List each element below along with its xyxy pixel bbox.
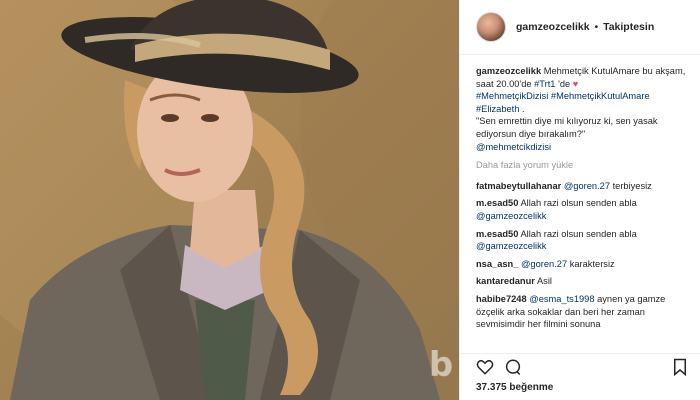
likes-count[interactable]: 37.375 beğenme bbox=[476, 382, 553, 393]
comment: fatmabeytullahanar @goren.27 terbiyesiz bbox=[476, 180, 690, 193]
caption-text-2: 'de bbox=[555, 78, 573, 89]
comment-username[interactable]: fatmabeytullahanar bbox=[476, 181, 561, 191]
comment-text: karaktersiz bbox=[567, 258, 615, 269]
hashtag-mehmetcik-dizisi[interactable]: #MehmetçikDizisi bbox=[476, 91, 548, 101]
comment-text: Allah razi olsun senden abla bbox=[520, 198, 637, 209]
header-username[interactable]: gamzeozcelikk bbox=[516, 21, 590, 33]
comments-section: gamzeozcelikk Mehmetçik KutulAmare bu ak… bbox=[460, 55, 700, 331]
load-more-comments[interactable]: Daha fazla yorum yükle bbox=[476, 159, 690, 172]
comment-username[interactable]: m.esad50 bbox=[476, 229, 518, 239]
post-photo[interactable]: b bbox=[0, 0, 459, 400]
avatar[interactable] bbox=[476, 12, 506, 42]
hashtag-mehmetcik-kutulamare[interactable]: #MehmetçikKutulAmare bbox=[551, 91, 650, 101]
comment-text: terbiyesiz bbox=[609, 180, 652, 191]
comment-username[interactable]: m.esad50 bbox=[476, 198, 518, 208]
post-actions bbox=[460, 353, 700, 376]
post-side-panel: gamzeozcelikk • Takiptesin gamzeozcelikk… bbox=[459, 0, 700, 400]
hashtag-elizabeth[interactable]: #Elizabeth bbox=[476, 104, 519, 114]
comment: m.esad50 Allah razi olsun senden abla @g… bbox=[476, 197, 690, 222]
likes-number: 37.375 bbox=[476, 382, 507, 393]
comment: habibe7248 @esma_ts1998 aynen ya gamze ö… bbox=[476, 293, 690, 331]
hashtag-trt1[interactable]: #Trt1 bbox=[534, 79, 555, 89]
comment-username[interactable]: kantaredanur bbox=[476, 276, 535, 286]
comment: nsa_asn_ @goren.27 karaktersiz bbox=[476, 258, 690, 271]
comment-mention[interactable]: @gamzeozcelikk bbox=[476, 211, 546, 221]
header-separator: • bbox=[594, 21, 599, 33]
woman-in-hat-illustration bbox=[0, 0, 459, 400]
comment: kantaredanur Asil bbox=[476, 275, 690, 288]
comment-mention[interactable]: @goren.27 bbox=[564, 181, 610, 191]
likes-label: beğenme bbox=[509, 382, 554, 393]
comment-text: Allah razi olsun senden abla bbox=[520, 228, 637, 239]
caption-quote: "Sen emrettin diye mi kılıyoruz ki, sen … bbox=[476, 116, 658, 139]
heart-emoji-icon: ♥ bbox=[572, 78, 579, 89]
comment-username[interactable]: habibe7248 bbox=[476, 294, 527, 304]
bookmark-icon[interactable] bbox=[671, 358, 689, 376]
comment-mention[interactable]: @goren.27 bbox=[521, 259, 567, 269]
comment-username[interactable]: nsa_asn_ bbox=[476, 259, 518, 269]
follow-status[interactable]: Takiptesin bbox=[603, 21, 654, 33]
caption-username[interactable]: gamzeozcelikk bbox=[476, 66, 541, 76]
comment-bubble-icon[interactable] bbox=[504, 358, 522, 376]
caption-mention[interactable]: @mehmetcikdizisi bbox=[476, 142, 551, 152]
comment-mention[interactable]: @esma_ts1998 bbox=[529, 294, 594, 304]
heart-outline-icon[interactable] bbox=[476, 358, 494, 376]
caption: gamzeozcelikk Mehmetçik KutulAmare bu ak… bbox=[476, 65, 690, 153]
comment-text: Asil bbox=[536, 276, 552, 287]
comment: m.esad50 Allah razi olsun senden abla @g… bbox=[476, 228, 690, 253]
comment-mention[interactable]: @gamzeozcelikk bbox=[476, 241, 546, 251]
watermark-logo: b bbox=[428, 345, 454, 385]
caption-text-3: . bbox=[519, 103, 525, 114]
post-header: gamzeozcelikk • Takiptesin bbox=[460, 0, 700, 55]
